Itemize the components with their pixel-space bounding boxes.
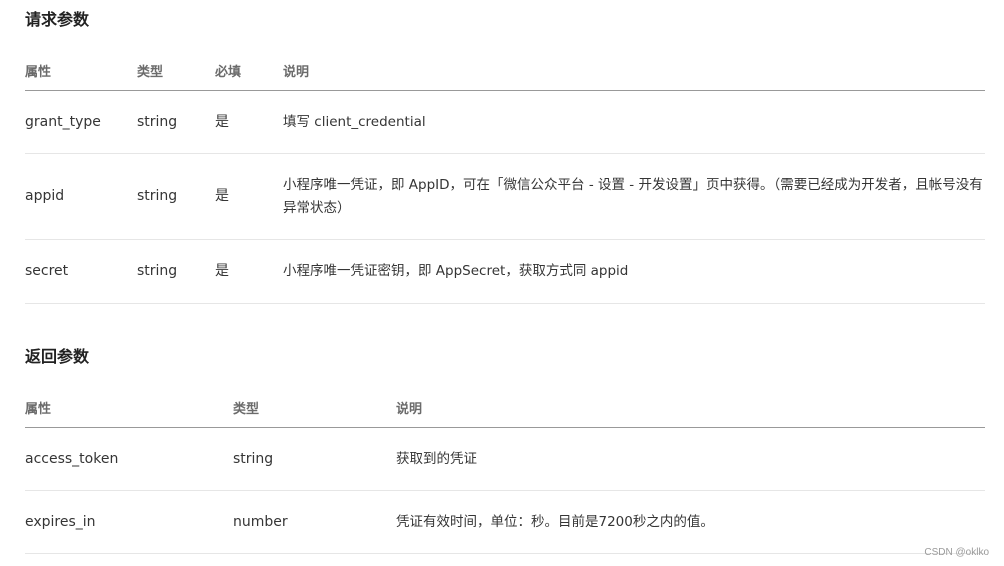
table-row: secret string 是 小程序唯一凭证密钥，即 AppSecret，获取… xyxy=(25,239,985,304)
table-row: grant_type string 是 填写 client_credential xyxy=(25,90,985,154)
param-desc: 填写 client_credential xyxy=(283,90,985,154)
table-row: expires_in number 凭证有效时间，单位：秒。目前是7200秒之内… xyxy=(25,490,985,554)
param-name: grant_type xyxy=(25,90,137,154)
param-type: string xyxy=(137,239,215,304)
param-name: expires_in xyxy=(25,490,233,554)
header-type: 类型 xyxy=(137,50,215,91)
param-name: secret xyxy=(25,239,137,304)
header-attr: 属性 xyxy=(25,387,233,428)
request-params-table: 属性 类型 必填 说明 grant_type string 是 填写 clien… xyxy=(25,50,985,304)
header-desc: 说明 xyxy=(396,387,985,428)
table-header-row: 属性 类型 必填 说明 xyxy=(25,50,985,91)
csdn-watermark: CSDN @oklko xyxy=(924,547,989,558)
param-type: number xyxy=(233,490,396,554)
param-type: string xyxy=(137,153,215,240)
table-row: appid string 是 小程序唯一凭证，即 AppID，可在「微信公众平台… xyxy=(25,153,985,240)
response-params-table: 属性 类型 说明 access_token string 获取到的凭证 expi… xyxy=(25,387,985,554)
param-desc: 小程序唯一凭证，即 AppID，可在「微信公众平台 - 设置 - 开发设置」页中… xyxy=(283,153,985,240)
param-desc: 小程序唯一凭证密钥，即 AppSecret，获取方式同 appid xyxy=(283,239,985,304)
param-desc: 获取到的凭证 xyxy=(396,427,985,491)
request-params-title: 请求参数 xyxy=(25,10,90,29)
param-desc: 凭证有效时间，单位：秒。目前是7200秒之内的值。 xyxy=(396,490,985,554)
param-name: appid xyxy=(25,153,137,240)
table-row: access_token string 获取到的凭证 xyxy=(25,427,985,491)
param-required: 是 xyxy=(215,153,283,240)
header-desc: 说明 xyxy=(283,50,985,91)
param-name: access_token xyxy=(25,427,233,491)
param-type: string xyxy=(233,427,396,491)
param-required: 是 xyxy=(215,239,283,304)
param-required: 是 xyxy=(215,90,283,154)
response-params-title: 返回参数 xyxy=(25,347,90,366)
header-type: 类型 xyxy=(233,387,396,428)
header-required: 必填 xyxy=(215,50,283,91)
table-header-row: 属性 类型 说明 xyxy=(25,387,985,428)
param-type: string xyxy=(137,90,215,154)
api-doc-page: 请求参数 属性 类型 必填 说明 grant_type string 是 填写 … xyxy=(0,0,1004,566)
header-attr: 属性 xyxy=(25,50,137,91)
